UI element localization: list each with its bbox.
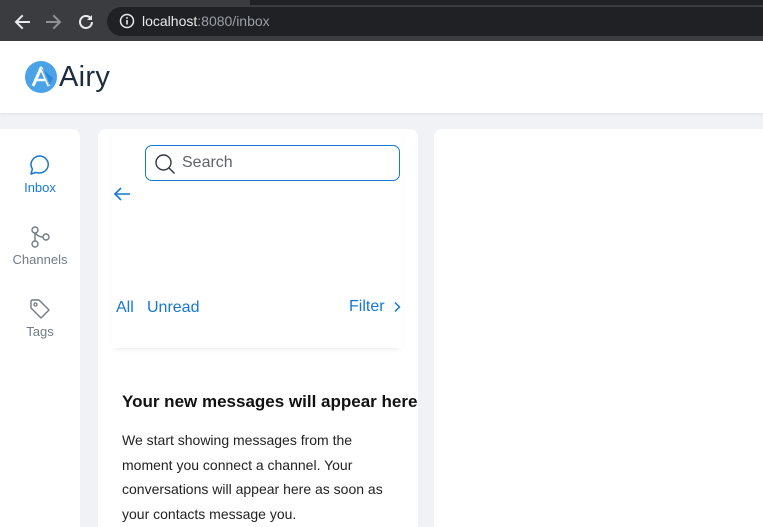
browser-active-tab[interactable]: [0, 0, 250, 5]
reload-icon[interactable]: [75, 11, 97, 33]
sidebar-item-channels[interactable]: Channels: [0, 225, 80, 267]
app-header: Airy: [0, 41, 763, 113]
empty-state-title: Your new messages will appear here: [122, 392, 418, 411]
forward-arrow-icon[interactable]: [43, 11, 65, 33]
airy-logo-icon: [25, 61, 57, 93]
url-host: localhost: [142, 13, 198, 29]
sidebar-item-inbox[interactable]: Inbox: [0, 153, 80, 195]
tab-unread[interactable]: Unread: [147, 299, 199, 317]
search-icon: [155, 154, 175, 174]
filter-button[interactable]: Filter: [349, 298, 403, 316]
sidebar-item-label: Inbox: [24, 180, 56, 195]
sidebar-item-label: Channels: [12, 252, 68, 267]
browser-toolbar: localhost:8080/inbox: [0, 0, 763, 41]
empty-state-description: We start showing messages from the momen…: [122, 432, 383, 522]
address-bar[interactable]: localhost:8080/inbox: [107, 7, 763, 36]
sidebar-item-label: Tags: [26, 324, 54, 339]
app-name: Airy: [59, 60, 111, 93]
back-arrow-icon[interactable]: [11, 11, 33, 33]
filter-label: Filter: [349, 298, 385, 315]
url-text[interactable]: localhost:8080/inbox: [142, 13, 270, 29]
search-input[interactable]: [182, 152, 382, 174]
tab-all[interactable]: All: [116, 299, 134, 317]
chat-bubble-icon: [30, 155, 49, 175]
conversation-detail-panel: [434, 129, 763, 527]
airy-logo[interactable]: Airy: [24, 60, 110, 94]
search-box[interactable]: [145, 145, 400, 181]
back-arrow-icon[interactable]: [112, 184, 132, 204]
sidebar: Inbox Channels Tags: [0, 129, 80, 527]
conversation-list-panel: All Unread Filter Your new messages will…: [98, 129, 418, 527]
url-path: :8080/inbox: [197, 13, 270, 29]
channels-icon: [31, 226, 50, 248]
tag-icon: [30, 299, 50, 319]
chevron-right-icon: [394, 301, 401, 313]
site-info-icon[interactable]: [119, 13, 135, 29]
sidebar-item-tags[interactable]: Tags: [0, 297, 80, 339]
